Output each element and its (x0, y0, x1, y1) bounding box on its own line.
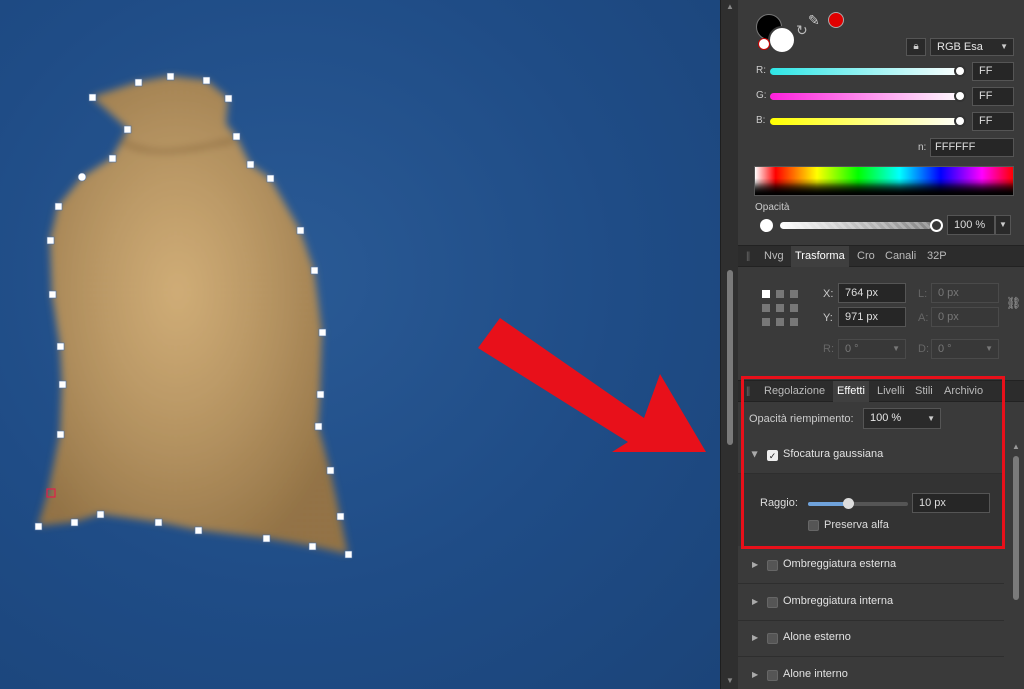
anchor-top-center[interactable] (776, 290, 784, 298)
blue-slider-knob[interactable] (954, 115, 966, 127)
chain-link-icon[interactable]: ⛓︎ (1006, 296, 1021, 310)
annotation-arrow (478, 318, 706, 452)
opacity-value-field[interactable]: 100 % (947, 215, 995, 235)
x-label: X: (823, 288, 834, 300)
red-slider-row: R: FF (756, 62, 1018, 82)
red-label: R: (756, 65, 766, 76)
color-mode-select[interactable]: RGB Esa ▼ (930, 38, 1014, 56)
anchor-middle-right[interactable] (790, 304, 798, 312)
scroll-up-icon[interactable]: ▲ (1010, 442, 1022, 451)
y-label: Y: (823, 312, 833, 324)
opacity-slider-knob[interactable] (930, 219, 943, 232)
anchor-bottom-left[interactable] (762, 318, 770, 326)
opacity-slider[interactable] (780, 222, 932, 229)
anchor-center[interactable] (776, 304, 784, 312)
color-spectrum[interactable] (754, 166, 1014, 196)
transform-tabbar: || Nvg Trasforma Cro Canali 32P (738, 245, 1024, 267)
outer-shadow-label: Ombreggiatura esterna (783, 558, 897, 570)
document-canvas[interactable] (0, 0, 720, 689)
red-slider[interactable] (770, 68, 962, 75)
color-swatches[interactable]: ↻ (756, 12, 808, 54)
tab-navigator[interactable]: Nvg (760, 246, 788, 267)
red-slider-knob[interactable] (954, 65, 966, 77)
annotation-highlight-box (741, 376, 1005, 549)
green-slider[interactable] (770, 93, 962, 100)
effects-scrollbar[interactable]: ▲ (1010, 442, 1022, 689)
anchor-top-left[interactable] (762, 290, 770, 298)
tab-history[interactable]: Cro (853, 246, 879, 267)
effect-inner-shadow[interactable]: ▶ Ombreggiatura interna (738, 585, 1004, 621)
hex-row: n: FFFFFF (918, 138, 1018, 158)
opacity-dropdown-button[interactable]: ▼ (995, 215, 1011, 235)
green-slider-knob[interactable] (954, 90, 966, 102)
outer-glow-checkbox[interactable] (767, 633, 778, 644)
inner-glow-checkbox[interactable] (767, 670, 778, 681)
height-label: A: (918, 312, 929, 324)
anchor-bottom-right[interactable] (790, 318, 798, 326)
red-value-field[interactable]: FF (972, 62, 1014, 81)
rotation-field[interactable]: 0 ° ▼ (838, 339, 906, 359)
no-fill-icon[interactable] (758, 38, 770, 50)
studio-panel: ↻ ✎ 🔒︎ RGB Esa ▼ R: FF G: FF B: FF n: FF… (738, 0, 1024, 689)
disclosure-triangle-icon[interactable]: ▶ (752, 560, 758, 569)
green-label: G: (756, 90, 767, 101)
anchor-grid-icon[interactable] (762, 290, 802, 330)
canvas-artwork (34, 72, 706, 559)
hex-label: n: (918, 142, 927, 153)
primary-color-swatch[interactable] (768, 26, 796, 54)
chevron-down-icon: ▼ (985, 344, 993, 353)
outer-shadow-checkbox[interactable] (767, 560, 778, 571)
width-field[interactable]: 0 px (931, 283, 999, 303)
disclosure-triangle-icon[interactable]: ▶ (752, 670, 758, 679)
anchor-top-right[interactable] (790, 290, 798, 298)
effect-inner-glow[interactable]: ▶ Alone interno (738, 658, 1004, 689)
blue-label: B: (756, 115, 766, 126)
anchor-bottom-center[interactable] (776, 318, 784, 326)
blue-slider-row: B: FF (756, 112, 1018, 132)
green-slider-row: G: FF (756, 87, 1018, 107)
effect-outer-glow[interactable]: ▶ Alone esterno (738, 621, 1004, 657)
disclosure-triangle-icon[interactable]: ▶ (752, 633, 758, 642)
rotation-value: 0 ° (845, 343, 859, 355)
picked-color-swatch[interactable] (828, 12, 844, 28)
disclosure-triangle-icon[interactable]: ▶ (752, 597, 758, 606)
burlap-sack (38, 76, 348, 554)
color-picker-icon[interactable]: ✎ (808, 12, 820, 29)
hex-value-field[interactable]: FFFFFF (930, 138, 1014, 157)
effect-outer-shadow[interactable]: ▶ Ombreggiatura esterna (738, 548, 1004, 584)
opacity-start-icon (760, 219, 773, 232)
blue-slider[interactable] (770, 118, 962, 125)
color-mode-value: RGB Esa (937, 41, 983, 53)
canvas-vertical-scrollbar[interactable]: ▲ ▼ (720, 0, 738, 689)
x-position-field[interactable]: 764 px (838, 283, 906, 303)
scroll-thumb[interactable] (727, 270, 733, 445)
tab-transform[interactable]: Trasforma (791, 246, 849, 267)
scroll-up-icon[interactable]: ▲ (721, 2, 739, 11)
y-position-field[interactable]: 971 px (838, 307, 906, 327)
tab-32p[interactable]: 32P (923, 246, 951, 267)
chevron-down-icon: ▼ (1000, 42, 1008, 51)
inner-glow-label: Alone interno (783, 668, 848, 680)
effects-scroll-thumb[interactable] (1013, 456, 1019, 600)
blue-value-field[interactable]: FF (972, 112, 1014, 131)
width-label: L: (918, 288, 928, 300)
anchor-middle-left[interactable] (762, 304, 770, 312)
height-field[interactable]: 0 px (931, 307, 999, 327)
shear-label: D: (918, 343, 929, 355)
swap-colors-icon[interactable]: ↻ (796, 22, 808, 39)
opacity-label: Opacità (755, 202, 790, 213)
scroll-down-icon[interactable]: ▼ (721, 676, 739, 685)
green-value-field[interactable]: FF (972, 87, 1014, 106)
inner-shadow-label: Ombreggiatura interna (783, 595, 894, 607)
outer-glow-label: Alone esterno (783, 631, 851, 643)
chevron-down-icon: ▼ (892, 344, 900, 353)
tab-channels[interactable]: Canali (881, 246, 920, 267)
shear-field[interactable]: 0 ° ▼ (931, 339, 999, 359)
lock-icon[interactable]: 🔒︎ (906, 38, 926, 56)
inner-shadow-checkbox[interactable] (767, 597, 778, 608)
rotation-label: R: (823, 343, 834, 355)
shear-value: 0 ° (938, 343, 952, 355)
panel-grip-icon[interactable]: || (746, 251, 750, 262)
